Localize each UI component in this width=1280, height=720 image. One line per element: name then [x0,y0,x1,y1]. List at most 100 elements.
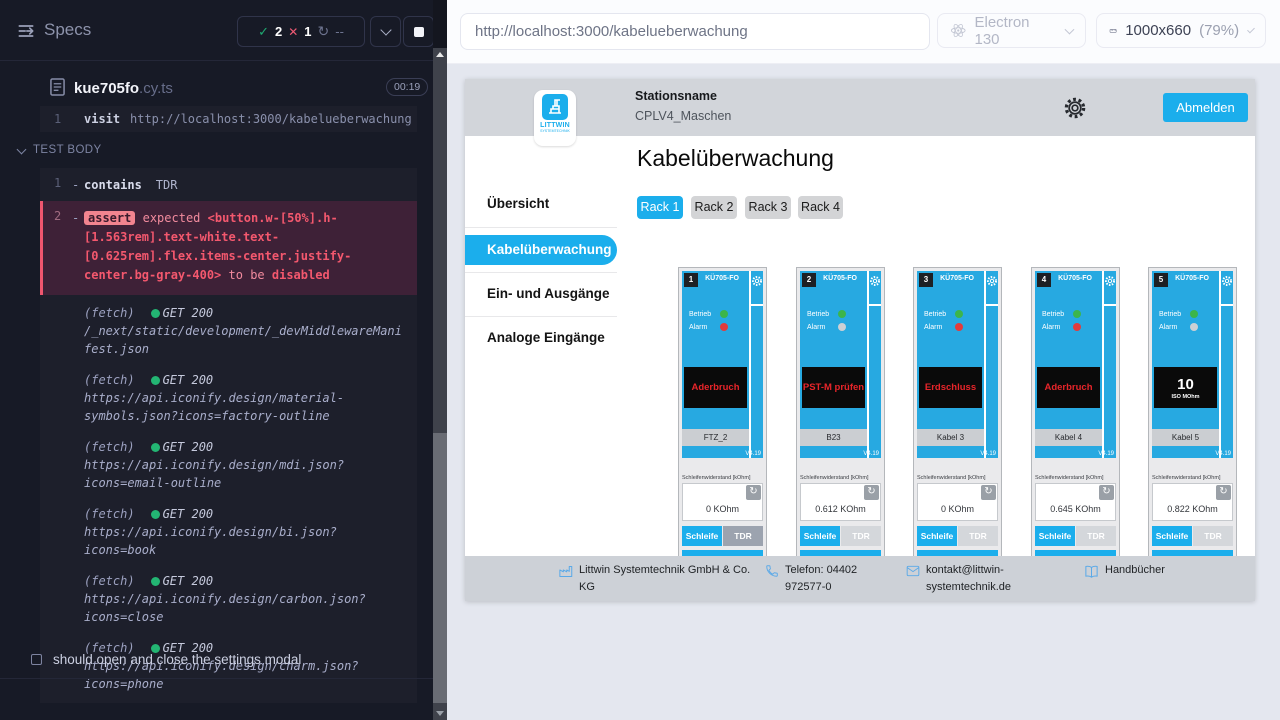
nav-item-kabelueberwachung[interactable]: Kabelüberwachung [465,235,617,265]
card-gear-icon[interactable] [1104,274,1116,286]
collapse-all-button[interactable] [370,16,401,47]
nav-item-ein-und-ausgaenge[interactable]: Ein- und Ausgänge [465,279,617,309]
line-number: 1 [54,176,61,190]
divider [0,60,433,61]
tdr-button[interactable]: TDR [958,526,998,546]
tab-rack-2[interactable]: Rack 2 [691,196,737,219]
fetch-log-row[interactable]: (fetch)GET 200 /_next/static/development… [40,295,417,362]
schleife-button[interactable]: Schleife [800,526,840,546]
command-arg: TDR [156,178,178,192]
card-gear-icon[interactable] [1221,274,1233,286]
factory-icon [558,564,573,595]
fetch-log-row[interactable]: (fetch)GET 200 https://api.iconify.desig… [40,563,417,630]
betrieb-led [838,310,846,318]
fetch-log-row[interactable]: (fetch)GET 200 https://api.iconify.desig… [40,496,417,563]
phone-icon [765,564,779,595]
refresh-icon[interactable]: ↻ [864,485,879,500]
device-front: 1 KÜ705-FO Betrieb Alarm Aderbruch FTZ_2 [682,271,763,458]
loop-resistance-label: Schleifenwiderstand [kOhm] [1152,475,1220,481]
reporter-scrollbar[interactable] [433,0,447,720]
pending-test-row[interactable]: should open and close the settings modal [0,648,433,674]
failed-assert-row[interactable]: 2 -assert expected <button.w-[50%].h-[1.… [40,201,417,295]
footer-manuals-link[interactable]: Handbücher [1084,562,1165,585]
betrieb-led [955,310,963,318]
url-input[interactable] [461,23,929,40]
contains-command-row[interactable]: 1 -containsTDR [40,170,417,201]
scrollbar-thumb[interactable] [433,433,447,703]
scroll-up-arrow[interactable] [436,52,444,57]
reporter-sidebar: Specs ✓ 2 ✕ 1 ↻ -- kue705fo.cy.ts 00:19 … [0,0,433,720]
electron-icon [950,22,966,39]
schleife-button[interactable]: Schleife [682,526,722,546]
card-gear-icon[interactable] [986,274,998,286]
divider [0,678,433,679]
chevron-down-icon [1247,25,1255,33]
specs-list-icon[interactable] [16,21,36,41]
cable-name-label: B23 [800,429,867,446]
refresh-icon[interactable]: ↻ [746,485,761,500]
refresh-icon[interactable]: ↻ [1216,485,1231,500]
divider [465,227,617,228]
footer-email-text: kontakt@littwin-systemtechnik.de [926,562,1026,595]
viewport-selector[interactable]: 1000x660 (79%) [1096,13,1266,48]
visit-command-row[interactable]: 1 visit http://localhost:3000/kabelueber… [40,106,417,132]
scroll-down-arrow[interactable] [436,711,444,716]
device-front: 4 KÜ705-FO Betrieb Alarm Aderbruch Kabel [1035,271,1116,458]
nav-item-uebersicht[interactable]: Übersicht [465,189,617,219]
logout-button[interactable]: Abmelden [1163,93,1248,122]
app-footer: Littwin Systemtechnik GmbH & Co. KG Tele… [465,556,1255,601]
cable-name-label: Kabel 5 [1152,429,1219,446]
divider [869,304,881,306]
settings-gear-icon[interactable] [1062,95,1088,121]
loop-resistance-value: 0 KOhm [918,504,997,514]
fetch-url: https://api.iconify.design/material-symb… [84,389,407,425]
logo-icon [542,94,568,120]
schleife-button[interactable]: Schleife [1152,526,1192,546]
device-front: 5 KÜ705-FO Betrieb Alarm 10 ISO MOhm Kab… [1152,271,1233,458]
card-number-badge: 5 [1154,273,1168,287]
browser-selector[interactable]: Electron 130 [937,13,1086,48]
card-number-badge: 3 [919,273,933,287]
tdr-button[interactable]: TDR [723,526,763,546]
test-body-toggle[interactable]: TEST BODY [18,144,102,156]
pending-icon: ↻ [318,23,330,40]
refresh-icon[interactable]: ↻ [981,485,996,500]
loop-resistance-box: ↻ 0.822 KOhm [1152,483,1233,521]
nav-item-analoge-eingaenge[interactable]: Analoge Eingänge [465,323,617,353]
card-gear-icon[interactable] [869,274,881,286]
station-name: CPLV4_Maschen [635,109,731,123]
loop-resistance-label: Schleifenwiderstand [kOhm] [682,475,750,481]
spec-file-row[interactable]: kue705fo.cy.ts 00:19 [0,74,433,108]
tab-rack-3[interactable]: Rack 3 [745,196,791,219]
tab-rack-4[interactable]: Rack 4 [798,196,843,219]
fetch-log-row[interactable]: (fetch)GET 200 https://api.iconify.desig… [40,362,417,429]
tdr-button[interactable]: TDR [841,526,881,546]
tab-rack-1[interactable]: Rack 1 [637,196,683,219]
tdr-button[interactable]: TDR [1076,526,1116,546]
fetch-status: GET 200 [151,306,214,320]
device-front: 2 KÜ705-FO Betrieb Alarm PST-M prüfen B2 [800,271,881,458]
tdr-button[interactable]: TDR [1193,526,1233,546]
status-ok-dot [151,309,160,318]
card-model-label: KÜ705-FO [932,275,982,282]
spec-basename: kue705fo [74,80,139,97]
firmware-version: V4.19 [745,451,761,457]
alarm-led-row: Alarm [924,323,963,331]
refresh-icon[interactable]: ↻ [1099,485,1114,500]
fetch-log-row[interactable]: (fetch)GET 200 https://api.iconify.desig… [40,429,417,496]
device-display: PST-M prüfen [802,367,865,408]
stop-run-button[interactable] [403,16,434,47]
address-bar[interactable] [460,13,930,50]
scrollbar-track[interactable] [433,48,447,720]
loop-resistance-box: ↻ 0 KOhm [682,483,763,521]
status-ok-dot [151,577,160,586]
fetch-tag: (fetch) [84,306,135,320]
schleife-button[interactable]: Schleife [1035,526,1075,546]
alarm-label: Alarm [924,324,950,331]
footer-email: kontakt@littwin-systemtechnik.de [906,562,1030,595]
alarm-led-row: Alarm [689,323,728,331]
alarm-label: Alarm [1159,324,1185,331]
betrieb-label: Betrieb [807,311,833,318]
schleife-button[interactable]: Schleife [917,526,957,546]
card-gear-icon[interactable] [751,274,763,286]
